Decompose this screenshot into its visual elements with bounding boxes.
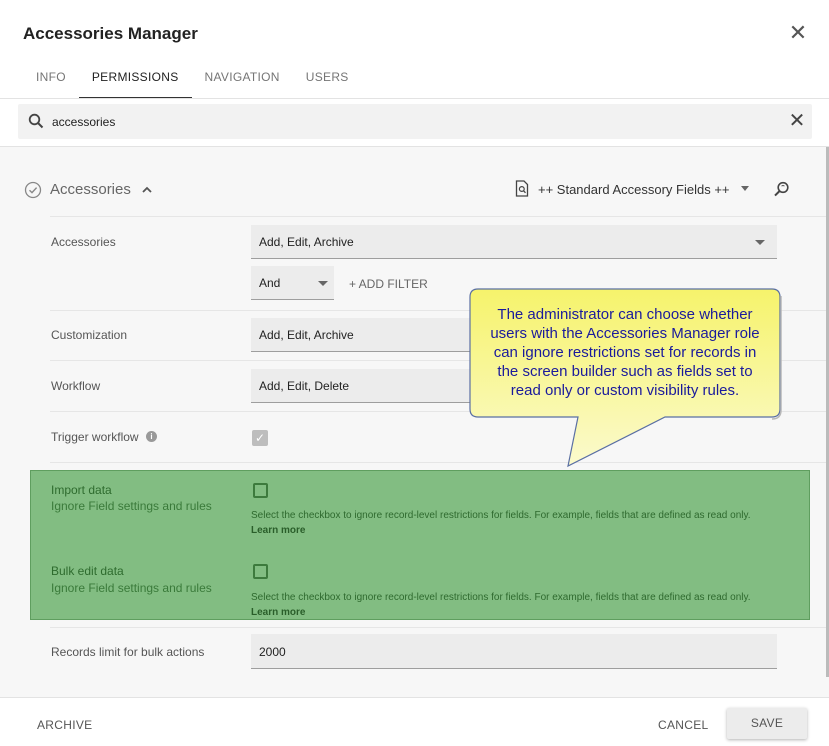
close-icon[interactable]: ✕ (787, 22, 809, 44)
search-bar: ✕ (18, 104, 812, 139)
row-divider (50, 627, 826, 628)
chevron-down-icon (755, 240, 765, 245)
field-set-selector[interactable]: ++ Standard Accessory Fields ++ (538, 182, 730, 197)
records-limit-value: 2000 (259, 645, 286, 659)
import-data-help: Select the checkbox to ignore record-lev… (251, 510, 751, 521)
chevron-up-icon[interactable] (140, 183, 154, 197)
add-filter-button[interactable]: + ADD FILTER (349, 277, 428, 291)
search-icon (28, 113, 44, 129)
callout-text: The administrator can choose whether use… (472, 305, 778, 400)
tab-navigation[interactable]: NAVIGATION (192, 62, 293, 98)
import-data-sublabel: Ignore Field settings and rules (51, 499, 212, 513)
accessories-permission-select[interactable]: Add, Edit, Archive (251, 225, 777, 259)
tab-permissions[interactable]: PERMISSIONS (78, 62, 192, 99)
accessories-permission-value: Add, Edit, Archive (259, 235, 354, 249)
save-button[interactable]: SAVE (727, 708, 807, 739)
chevron-down-icon[interactable] (741, 186, 749, 191)
callout-line: The administrator can choose whether (497, 306, 753, 323)
filter-operator-select[interactable]: And (251, 266, 334, 300)
filter-operator-value: And (259, 276, 281, 290)
records-limit-label: Records limit for bulk actions (51, 645, 205, 659)
tabs-divider (0, 98, 829, 99)
archive-button[interactable]: ARCHIVE (37, 718, 92, 732)
workflow-label: Workflow (51, 379, 101, 393)
import-data-checkbox[interactable] (253, 483, 268, 498)
chevron-down-icon (318, 281, 328, 286)
tab-info[interactable]: INFO (23, 62, 79, 98)
accessories-label: Accessories (51, 235, 116, 249)
zoom-icon[interactable] (773, 180, 791, 198)
trigger-workflow-checkbox[interactable]: ✓ (252, 430, 268, 446)
trigger-workflow-label: Trigger workflow (51, 430, 139, 444)
bulk-edit-label: Bulk edit data (51, 564, 124, 578)
callout-line: the screen builder such as fields set to (497, 363, 753, 380)
tab-users[interactable]: USERS (293, 62, 362, 98)
bulk-edit-checkbox[interactable] (253, 564, 268, 579)
clear-icon[interactable]: ✕ (786, 110, 808, 132)
check-circle-icon (24, 181, 42, 199)
callout-line: users with the Accessories Manager role (490, 325, 760, 342)
import-data-label: Import data (51, 483, 112, 497)
bulk-edit-learn-more-link[interactable]: Learn more (251, 607, 305, 618)
dialog-title: Accessories Manager (23, 24, 198, 43)
row-divider (50, 216, 826, 217)
callout-line: can ignore restrictions set for records … (493, 344, 757, 361)
bulk-edit-help: Select the checkbox to ignore record-lev… (251, 592, 751, 603)
customization-permission-value: Add, Edit, Archive (259, 328, 354, 342)
accessories-manager-dialog: Accessories Manager ✕ INFO PERMISSIONS N… (0, 0, 829, 746)
search-input[interactable] (52, 110, 772, 134)
cancel-button[interactable]: CANCEL (658, 718, 708, 732)
document-search-icon (515, 180, 529, 197)
workflow-permission-value: Add, Edit, Delete (259, 379, 350, 393)
info-icon[interactable]: i (146, 431, 157, 442)
section-title: Accessories (50, 181, 131, 198)
import-data-learn-more-link[interactable]: Learn more (251, 525, 305, 536)
customization-label: Customization (51, 328, 128, 342)
callout-line: read only or custom visibility rules. (510, 382, 740, 399)
tab-bar: INFO PERMISSIONS NAVIGATION USERS (23, 62, 362, 99)
records-limit-input[interactable]: 2000 (251, 634, 777, 669)
bulk-edit-sublabel: Ignore Field settings and rules (51, 581, 212, 595)
row-divider (50, 462, 826, 463)
row-divider (50, 411, 826, 412)
